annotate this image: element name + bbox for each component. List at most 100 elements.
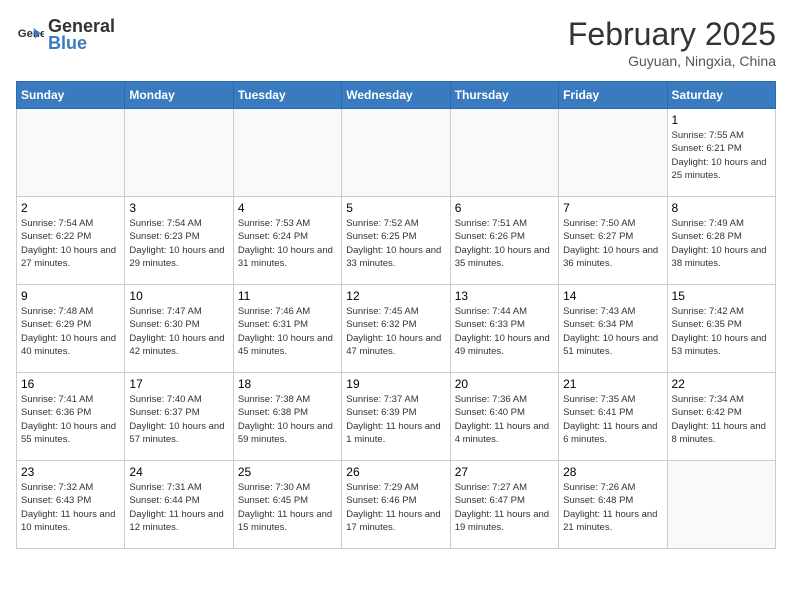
day-number: 6 <box>455 201 554 215</box>
day-number: 28 <box>563 465 662 479</box>
day-info: Sunrise: 7:48 AM Sunset: 6:29 PM Dayligh… <box>21 305 120 358</box>
calendar-cell: 26 Sunrise: 7:29 AM Sunset: 6:46 PM Dayli… <box>342 461 450 549</box>
week-row: 16 Sunrise: 7:41 AM Sunset: 6:36 PM Dayli… <box>17 373 776 461</box>
day-info: Sunrise: 7:44 AM Sunset: 6:33 PM Dayligh… <box>455 305 554 358</box>
weekday-header: Tuesday <box>233 82 341 109</box>
calendar-cell: 22 Sunrise: 7:34 AM Sunset: 6:42 PM Dayli… <box>667 373 775 461</box>
day-number: 14 <box>563 289 662 303</box>
calendar-cell: 5 Sunrise: 7:52 AM Sunset: 6:25 PM Daylig… <box>342 197 450 285</box>
day-info: Sunrise: 7:31 AM Sunset: 6:44 PM Dayligh… <box>129 481 228 534</box>
day-number: 26 <box>346 465 445 479</box>
logo: General General Blue <box>16 16 115 54</box>
calendar-cell: 11 Sunrise: 7:46 AM Sunset: 6:31 PM Dayli… <box>233 285 341 373</box>
day-info: Sunrise: 7:49 AM Sunset: 6:28 PM Dayligh… <box>672 217 771 270</box>
day-info: Sunrise: 7:40 AM Sunset: 6:37 PM Dayligh… <box>129 393 228 446</box>
day-info: Sunrise: 7:54 AM Sunset: 6:22 PM Dayligh… <box>21 217 120 270</box>
day-info: Sunrise: 7:36 AM Sunset: 6:40 PM Dayligh… <box>455 393 554 446</box>
calendar-cell <box>125 109 233 197</box>
calendar-cell: 3 Sunrise: 7:54 AM Sunset: 6:23 PM Daylig… <box>125 197 233 285</box>
day-number: 13 <box>455 289 554 303</box>
day-info: Sunrise: 7:43 AM Sunset: 6:34 PM Dayligh… <box>563 305 662 358</box>
calendar-cell <box>233 109 341 197</box>
day-info: Sunrise: 7:27 AM Sunset: 6:47 PM Dayligh… <box>455 481 554 534</box>
day-info: Sunrise: 7:52 AM Sunset: 6:25 PM Dayligh… <box>346 217 445 270</box>
day-info: Sunrise: 7:29 AM Sunset: 6:46 PM Dayligh… <box>346 481 445 534</box>
calendar-cell: 2 Sunrise: 7:54 AM Sunset: 6:22 PM Daylig… <box>17 197 125 285</box>
day-number: 23 <box>21 465 120 479</box>
day-info: Sunrise: 7:51 AM Sunset: 6:26 PM Dayligh… <box>455 217 554 270</box>
calendar: SundayMondayTuesdayWednesdayThursdayFrid… <box>16 81 776 549</box>
day-number: 19 <box>346 377 445 391</box>
calendar-cell: 24Sunrise: 7:31 AM Sunset: 6:44 PM Dayli… <box>125 461 233 549</box>
weekday-header: Monday <box>125 82 233 109</box>
calendar-cell <box>342 109 450 197</box>
calendar-cell <box>667 461 775 549</box>
week-row: 2 Sunrise: 7:54 AM Sunset: 6:22 PM Daylig… <box>17 197 776 285</box>
day-number: 1 <box>672 113 771 127</box>
day-info: Sunrise: 7:34 AM Sunset: 6:42 PM Dayligh… <box>672 393 771 446</box>
weekday-header-row: SundayMondayTuesdayWednesdayThursdayFrid… <box>17 82 776 109</box>
day-number: 15 <box>672 289 771 303</box>
day-number: 12 <box>346 289 445 303</box>
calendar-cell: 13 Sunrise: 7:44 AM Sunset: 6:33 PM Dayli… <box>450 285 558 373</box>
day-number: 21 <box>563 377 662 391</box>
day-info: Sunrise: 7:37 AM Sunset: 6:39 PM Dayligh… <box>346 393 445 446</box>
day-info: Sunrise: 7:55 AM Sunset: 6:21 PM Dayligh… <box>672 129 771 182</box>
calendar-cell: 21 Sunrise: 7:35 AM Sunset: 6:41 PM Dayli… <box>559 373 667 461</box>
day-info: Sunrise: 7:53 AM Sunset: 6:24 PM Dayligh… <box>238 217 337 270</box>
weekday-header: Friday <box>559 82 667 109</box>
calendar-cell: 12 Sunrise: 7:45 AM Sunset: 6:32 PM Dayli… <box>342 285 450 373</box>
week-row: 23 Sunrise: 7:32 AM Sunset: 6:43 PM Dayli… <box>17 461 776 549</box>
day-number: 7 <box>563 201 662 215</box>
day-info: Sunrise: 7:30 AM Sunset: 6:45 PM Dayligh… <box>238 481 337 534</box>
logo-icon: General <box>16 21 44 49</box>
day-number: 11 <box>238 289 337 303</box>
calendar-cell: 15Sunrise: 7:42 AM Sunset: 6:35 PM Dayli… <box>667 285 775 373</box>
weekday-header: Sunday <box>17 82 125 109</box>
calendar-cell: 18 Sunrise: 7:38 AM Sunset: 6:38 PM Dayli… <box>233 373 341 461</box>
day-number: 3 <box>129 201 228 215</box>
location: Guyuan, Ningxia, China <box>568 53 776 69</box>
day-number: 18 <box>238 377 337 391</box>
day-info: Sunrise: 7:45 AM Sunset: 6:32 PM Dayligh… <box>346 305 445 358</box>
day-info: Sunrise: 7:26 AM Sunset: 6:48 PM Dayligh… <box>563 481 662 534</box>
day-info: Sunrise: 7:47 AM Sunset: 6:30 PM Dayligh… <box>129 305 228 358</box>
svg-text:General: General <box>18 28 44 40</box>
day-number: 20 <box>455 377 554 391</box>
calendar-cell: 10Sunrise: 7:47 AM Sunset: 6:30 PM Dayli… <box>125 285 233 373</box>
day-number: 25 <box>238 465 337 479</box>
calendar-cell: 1 Sunrise: 7:55 AM Sunset: 6:21 PM Daylig… <box>667 109 775 197</box>
day-info: Sunrise: 7:32 AM Sunset: 6:43 PM Dayligh… <box>21 481 120 534</box>
day-number: 5 <box>346 201 445 215</box>
day-info: Sunrise: 7:50 AM Sunset: 6:27 PM Dayligh… <box>563 217 662 270</box>
calendar-cell: 23 Sunrise: 7:32 AM Sunset: 6:43 PM Dayli… <box>17 461 125 549</box>
calendar-cell: 20 Sunrise: 7:36 AM Sunset: 6:40 PM Dayli… <box>450 373 558 461</box>
calendar-cell: 7 Sunrise: 7:50 AM Sunset: 6:27 PM Daylig… <box>559 197 667 285</box>
calendar-cell: 19 Sunrise: 7:37 AM Sunset: 6:39 PM Dayli… <box>342 373 450 461</box>
calendar-cell: 27Sunrise: 7:27 AM Sunset: 6:47 PM Dayli… <box>450 461 558 549</box>
day-info: Sunrise: 7:54 AM Sunset: 6:23 PM Dayligh… <box>129 217 228 270</box>
day-number: 2 <box>21 201 120 215</box>
title-area: February 2025 Guyuan, Ningxia, China <box>568 16 776 69</box>
calendar-cell: 28 Sunrise: 7:26 AM Sunset: 6:48 PM Dayli… <box>559 461 667 549</box>
calendar-cell: 9Sunrise: 7:48 AM Sunset: 6:29 PM Daylig… <box>17 285 125 373</box>
calendar-cell: 6 Sunrise: 7:51 AM Sunset: 6:26 PM Daylig… <box>450 197 558 285</box>
calendar-cell: 4 Sunrise: 7:53 AM Sunset: 6:24 PM Daylig… <box>233 197 341 285</box>
calendar-cell <box>17 109 125 197</box>
calendar-cell: 17Sunrise: 7:40 AM Sunset: 6:37 PM Dayli… <box>125 373 233 461</box>
month-year: February 2025 <box>568 16 776 53</box>
day-info: Sunrise: 7:41 AM Sunset: 6:36 PM Dayligh… <box>21 393 120 446</box>
day-number: 4 <box>238 201 337 215</box>
calendar-cell: 25 Sunrise: 7:30 AM Sunset: 6:45 PM Dayli… <box>233 461 341 549</box>
calendar-cell: 14 Sunrise: 7:43 AM Sunset: 6:34 PM Dayli… <box>559 285 667 373</box>
calendar-cell <box>450 109 558 197</box>
week-row: 9Sunrise: 7:48 AM Sunset: 6:29 PM Daylig… <box>17 285 776 373</box>
day-number: 16 <box>21 377 120 391</box>
day-info: Sunrise: 7:38 AM Sunset: 6:38 PM Dayligh… <box>238 393 337 446</box>
day-number: 22 <box>672 377 771 391</box>
header: General General Blue February 2025 Guyua… <box>16 16 776 69</box>
day-info: Sunrise: 7:35 AM Sunset: 6:41 PM Dayligh… <box>563 393 662 446</box>
logo-blue-text: Blue <box>48 33 115 54</box>
calendar-cell: 16 Sunrise: 7:41 AM Sunset: 6:36 PM Dayli… <box>17 373 125 461</box>
day-info: Sunrise: 7:46 AM Sunset: 6:31 PM Dayligh… <box>238 305 337 358</box>
